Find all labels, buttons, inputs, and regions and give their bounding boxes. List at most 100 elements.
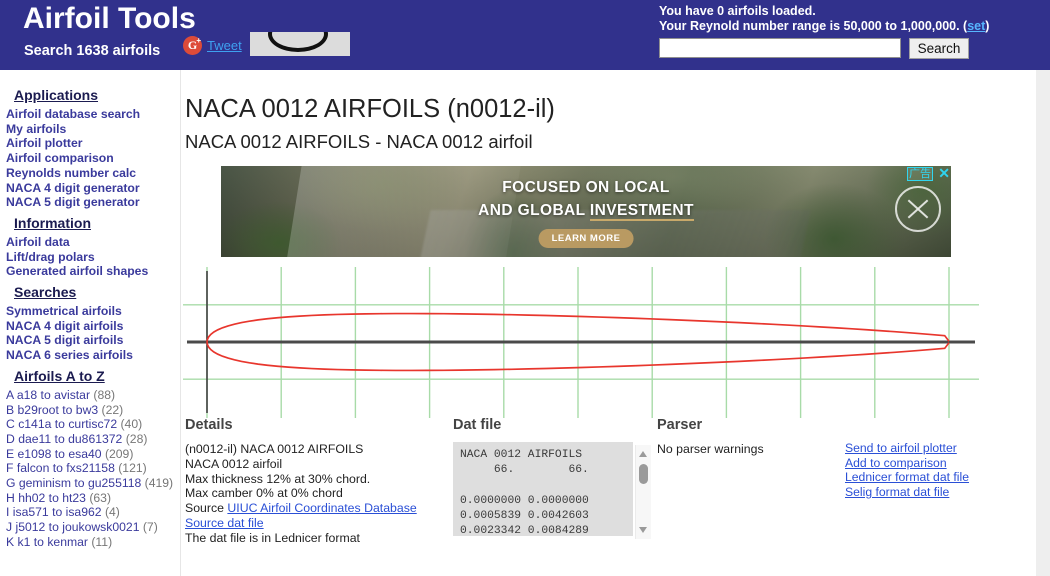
reynolds-range-suffix: ) [985,19,990,33]
ad-headline-line2-a: AND GLOBAL [478,202,590,219]
details-source-dat-line: Source dat file [185,516,455,531]
social-buttons: G + Tweet [183,34,242,56]
account-status: You have 0 airfoils loaded. Your Reynold… [659,4,989,34]
sidebar-item-naca-4-digit-airfoils[interactable]: NACA 4 digit airfoils [6,319,180,334]
ad-headline-line2-b: INVESTMENT [589,202,694,221]
google-plus-icon[interactable]: G + [183,35,202,55]
ad-headline-line1: FOCUSED ON LOCAL [502,179,670,196]
details-line-3: Max camber 0% at 0% chord [185,486,343,501]
sidebar-item-airfoil-data[interactable]: Airfoil data [6,235,180,250]
details-lines: (n0012-il) NACA 0012 AIRFOILS NACA 0012 a… [185,442,455,501]
az-item-label: C c141a to curtisc72 [6,417,121,432]
sidebar-az-item-f[interactable]: F falcon to fxs21158 (121) [6,461,180,476]
ad-close-icon[interactable]: ✕ [938,166,950,180]
sidebar-az-item-j[interactable]: J j5012 to joukowsk0021 (7) [6,520,180,535]
sidebar-item-reynolds-number-calc[interactable]: Reynolds number calc [6,166,180,181]
sidebar-item-my-airfoils[interactable]: My airfoils [6,122,180,137]
sidebar-az-item-i[interactable]: I isa571 to isa962 (4) [6,505,180,520]
scroll-up-arrow-icon[interactable] [639,451,647,457]
uiuc-database-link[interactable]: UIUC Airfoil Coordinates Database [227,501,416,515]
sidebar-item-airfoil-database-search[interactable]: Airfoil database search [6,107,180,122]
az-item-count: (22) [101,402,124,417]
scrollbar-thumb[interactable] [639,464,648,484]
sidebar-az-item-e[interactable]: E e1098 to esa40 (209) [6,447,180,462]
details-line-2: Max thickness 12% at 30% chord. [185,471,371,486]
page-scrollbar[interactable] [1036,70,1050,576]
details-source-prefix: Source [185,501,228,516]
az-item-count: (40) [120,417,143,432]
action-link-add-to-comparison[interactable]: Add to comparison [845,456,1035,471]
datfile-scrollbar[interactable] [635,445,651,539]
page-root: Airfoil Tools Search 1638 airfoils G + Tw… [0,0,1050,576]
google-plus-plus: + [196,35,201,45]
search-button[interactable]: Search [909,38,969,59]
sidebar-az-item-c[interactable]: C c141a to curtisc72 (40) [6,417,180,432]
az-item-count: (63) [89,490,112,505]
az-item-label: B b29root to bw3 [6,402,102,417]
site-header: Airfoil Tools Search 1638 airfoils G + Tw… [0,0,1050,70]
scroll-down-arrow-icon[interactable] [639,527,647,533]
az-item-label: J j5012 to joukowsk0021 [6,520,143,535]
sidebar-az-item-d[interactable]: D dae11 to du861372 (28) [6,432,180,447]
search-input[interactable] [659,38,901,58]
set-reynolds-link[interactable]: set [967,19,985,33]
sidebar-nav: Applications Airfoil database search My ai… [0,70,181,576]
ad-brand-logo-icon [895,186,941,232]
advertisement-banner[interactable]: FOCUSED ON LOCAL AND GLOBAL INVESTMENT L… [221,166,951,257]
sidebar-item-lift-drag-polars[interactable]: Lift/drag polars [6,250,180,265]
az-item-count: (4) [104,505,120,520]
sidebar-az-item-g[interactable]: G geminism to gu255118 (419) [6,476,180,491]
az-item-count: (121) [118,461,147,476]
az-item-count: (88) [93,387,116,402]
parser-title: Parser [657,417,703,433]
sidebar-item-generated-airfoil-shapes[interactable]: Generated airfoil shapes [6,264,180,279]
az-item-count: (209) [104,446,134,461]
site-subtitle: Search 1638 airfoils [24,43,161,59]
az-item-label: H hh02 to ht23 [6,490,90,505]
datfile-column: Dat file NACA 0012 AIRFOILS 66. 66. 0.00… [453,417,653,539]
airfoil-shape-plot [183,267,979,418]
sidebar-item-naca-4-digit-generator[interactable]: NACA 4 digit generator [6,181,180,196]
az-item-label: I isa571 to isa962 [6,505,105,520]
reynolds-range-text: Your Reynold number range is 50,000 to 1… [659,19,989,34]
datfile-title: Dat file [453,417,502,433]
tweet-link[interactable]: Tweet [207,38,242,53]
airfoils-loaded-text: You have 0 airfoils loaded. [659,4,816,18]
action-links: Send to airfoil plotter Add to comparison… [845,441,1035,499]
sidebar-item-airfoil-plotter[interactable]: Airfoil plotter [6,136,180,151]
az-item-label: D dae11 to du861372 [6,431,126,446]
facebook-widget-arc [268,32,328,52]
sidebar-item-airfoil-comparison[interactable]: Airfoil comparison [6,151,180,166]
sidebar-heading-applications: Applications [14,87,99,103]
source-dat-file-link[interactable]: Source dat file [185,516,264,530]
datfile-textarea[interactable]: NACA 0012 AIRFOILS 66. 66. 0.0000000 0.0… [453,442,633,536]
az-item-label: E e1098 to esa40 [6,446,105,461]
action-link-send-to-airfoil-plotter[interactable]: Send to airfoil plotter [845,441,1035,456]
sidebar-az-item-k[interactable]: K k1 to kenmar (11) [6,535,180,550]
parser-message: No parser warnings [657,442,764,456]
details-format-note: The dat file is in Lednicer format [185,530,360,545]
action-link-lednicer-format-dat-file[interactable]: Lednicer format dat file [845,470,1035,485]
ad-learn-more-button[interactable]: LEARN MORE [538,229,634,248]
sidebar-item-naca-5-digit-generator[interactable]: NACA 5 digit generator [6,195,180,210]
action-link-selig-format-dat-file[interactable]: Selig format dat file [845,485,1035,500]
sidebar-heading-airfoils-a-to-z: Airfoils A to Z [14,367,105,384]
ad-label-badge: 广告 [907,167,933,181]
details-source-line: Source UIUC Airfoil Coordinates Database [185,501,455,516]
datfile-textarea-wrapper: NACA 0012 AIRFOILS 66. 66. 0.0000000 0.0… [453,442,651,539]
details-line-1: NACA 0012 airfoil [185,456,283,471]
az-item-count: (419) [144,476,174,491]
sidebar-item-symmetrical-airfoils[interactable]: Symmetrical airfoils [6,304,180,319]
sidebar-az-item-a[interactable]: A a18 to avistar (88) [6,388,180,403]
sidebar-az-item-h[interactable]: H hh02 to ht23 (63) [6,491,180,506]
sidebar-item-naca-6-series-airfoils[interactable]: NACA 6 series airfoils [6,348,180,363]
sidebar-item-naca-5-digit-airfoils[interactable]: NACA 5 digit airfoils [6,333,180,348]
sidebar-heading-information: Information [14,214,91,231]
parser-column: Parser No parser warnings [657,417,857,457]
facebook-like-widget[interactable] [250,32,350,56]
az-item-count: (28) [125,431,148,446]
main-content: NACA 0012 AIRFOILS (n0012-il) NACA 0012 … [181,70,1035,576]
az-item-count: (11) [91,534,113,549]
sidebar-az-item-b[interactable]: B b29root to bw3 (22) [6,403,180,418]
page-subtitle: NACA 0012 AIRFOILS - NACA 0012 airfoil [185,131,533,153]
